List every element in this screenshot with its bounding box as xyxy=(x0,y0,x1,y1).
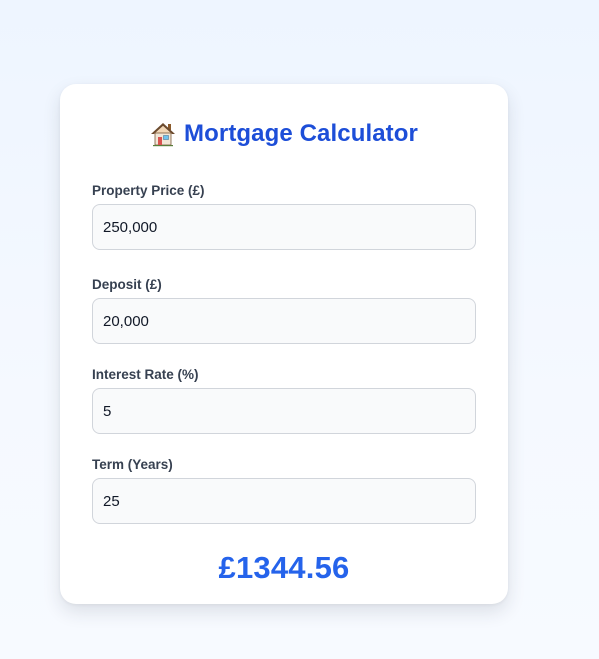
term-years-field: Term (Years) xyxy=(92,458,476,524)
property-price-input[interactable] xyxy=(92,204,476,250)
deposit-field: Deposit (£) xyxy=(92,278,476,344)
interest-rate-field: Interest Rate (%) xyxy=(92,368,476,434)
monthly-payment-result: £1344.56 xyxy=(218,550,350,585)
term-years-input[interactable] xyxy=(92,478,476,524)
calculator-header: Mortgage Calculator xyxy=(92,84,476,184)
property-price-field: Property Price (£) xyxy=(92,184,476,250)
deposit-input[interactable] xyxy=(92,298,476,344)
mortgage-calculator-card: Mortgage Calculator Property Price (£) D… xyxy=(60,84,508,604)
interest-rate-label: Interest Rate (%) xyxy=(92,367,199,382)
term-years-label: Term (Years) xyxy=(92,457,173,472)
interest-rate-input[interactable] xyxy=(92,388,476,434)
property-price-label: Property Price (£) xyxy=(92,183,205,198)
deposit-label: Deposit (£) xyxy=(92,277,162,292)
page-title: Mortgage Calculator xyxy=(184,120,418,147)
house-icon xyxy=(150,121,176,147)
